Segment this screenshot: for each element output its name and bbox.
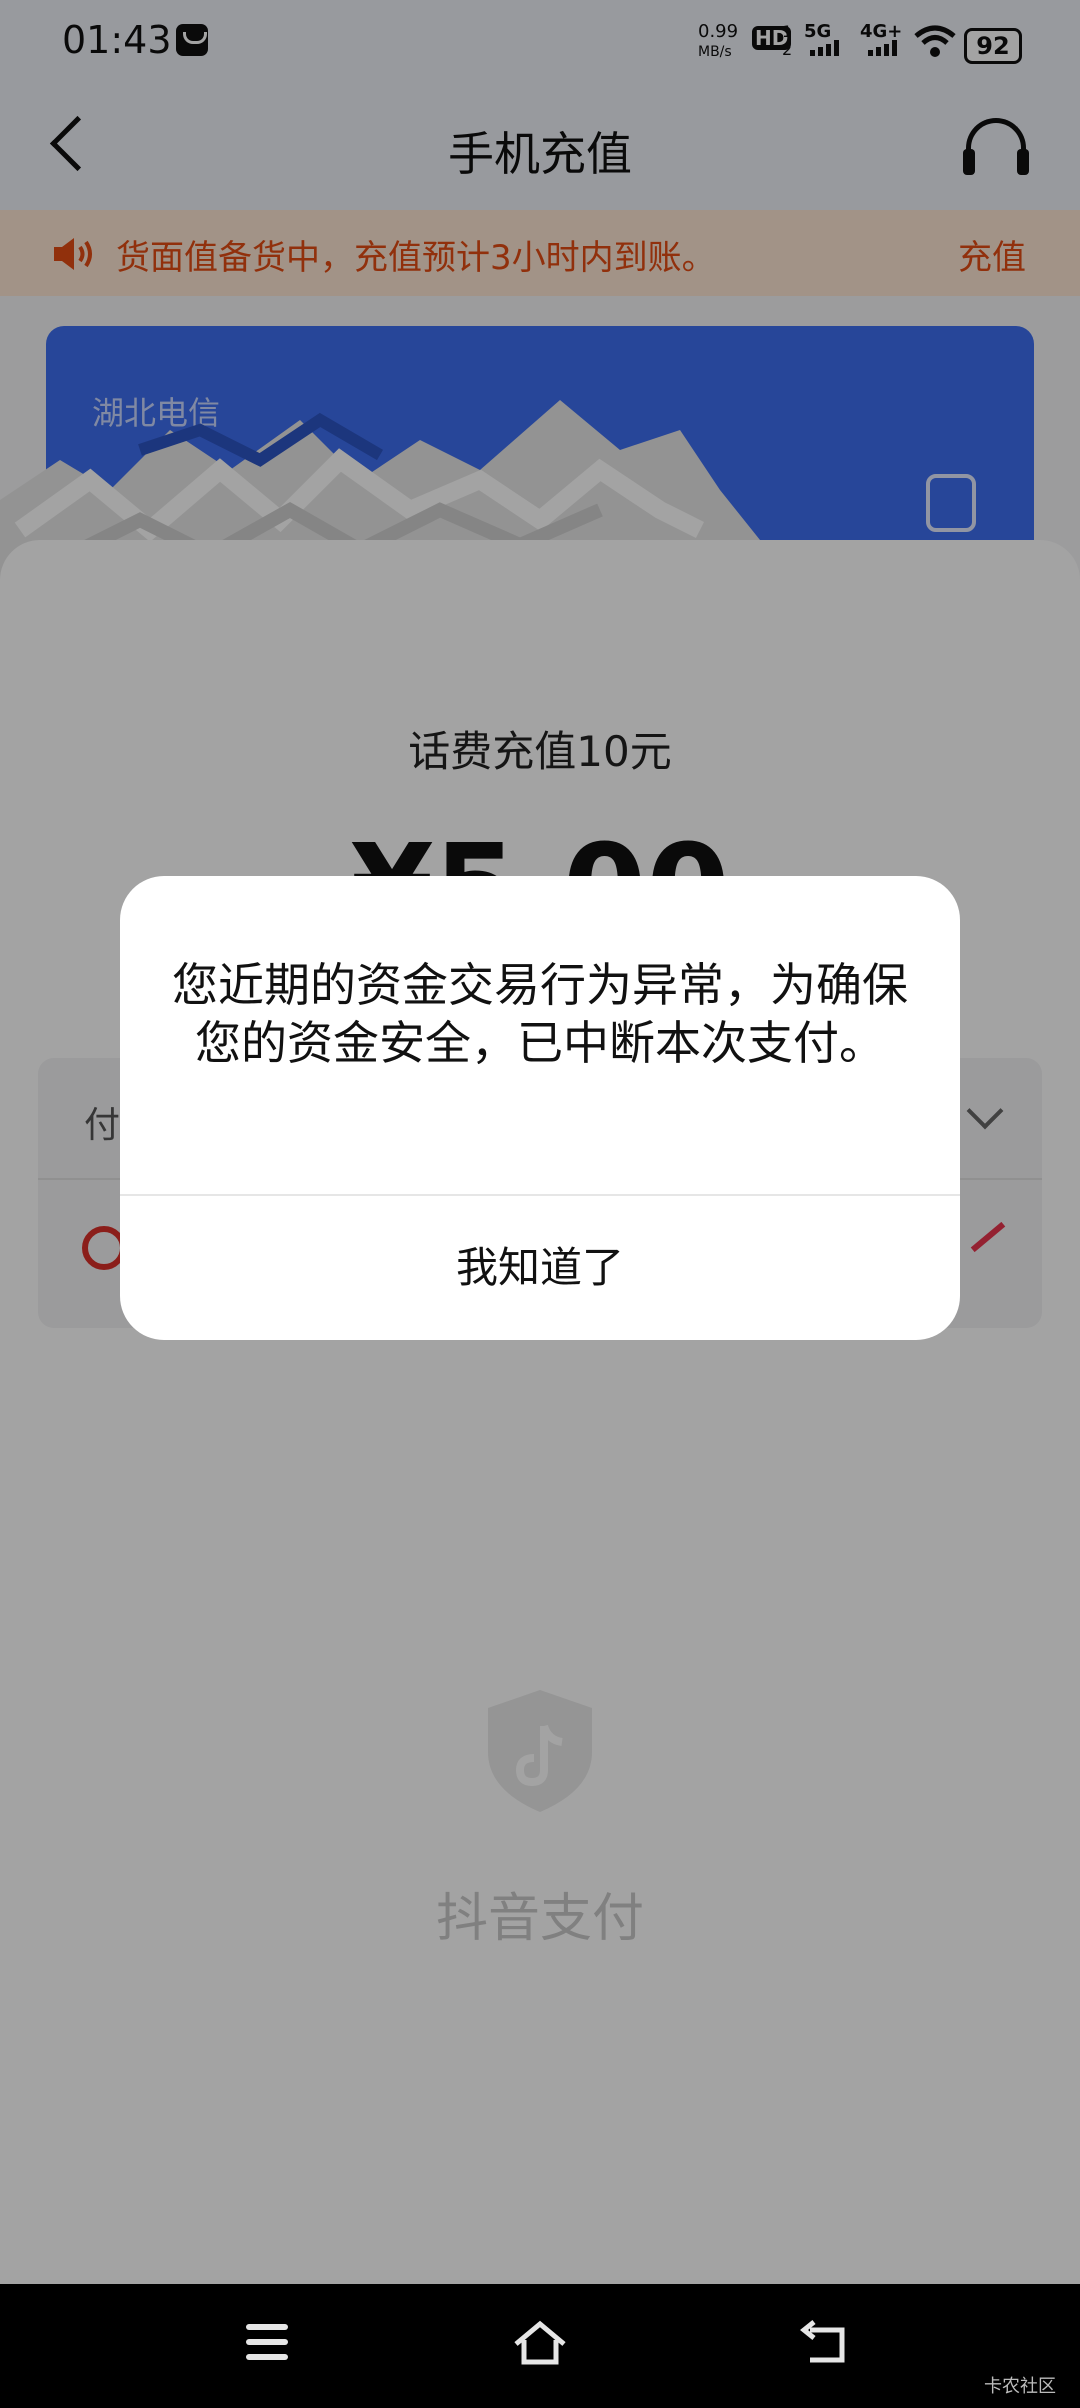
system-nav-bar: 卡农社区 <box>0 2284 1080 2408</box>
alert-dialog: 您近期的资金交易行为异常，为确保您的资金安全，已中断本次支付。 我知道了 <box>120 876 960 1340</box>
home-icon[interactable] <box>512 2320 568 2366</box>
menu-icon[interactable] <box>246 2320 294 2364</box>
return-icon[interactable] <box>799 2320 848 2366</box>
watermark-text: 卡农社区 <box>984 2376 1056 2397</box>
dialog-message: 您近期的资金交易行为异常，为确保您的资金安全，已中断本次支付。 <box>172 958 908 1070</box>
dialog-confirm-button[interactable]: 我知道了 <box>120 1196 960 1340</box>
